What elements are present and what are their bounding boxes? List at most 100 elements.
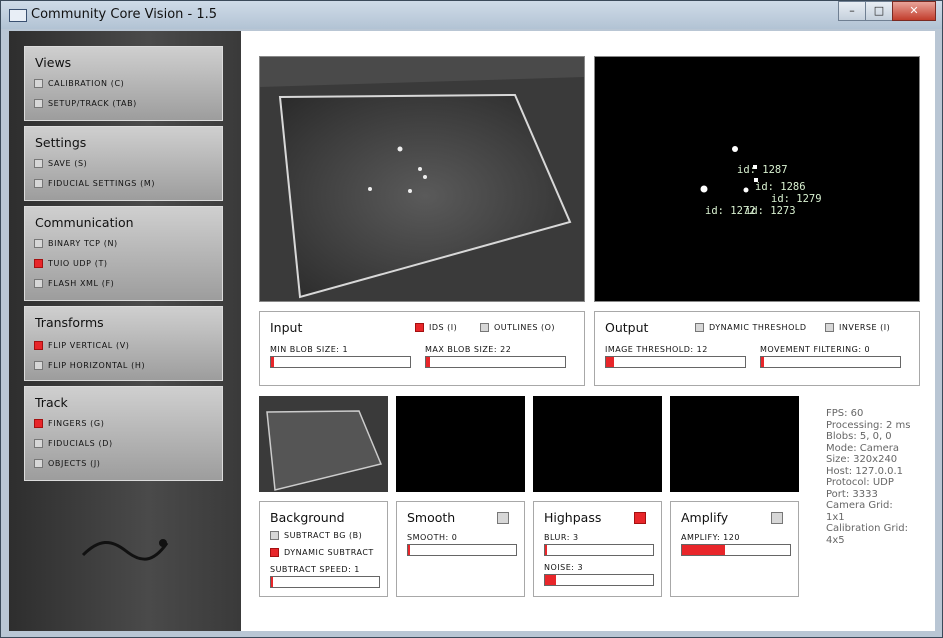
setup-track-toggle[interactable]: SETUP/TRACK (TAB) (34, 99, 137, 108)
tuio-udp-label: TUIO UDP (T) (48, 259, 108, 268)
outlines-label: OUTLINES (O) (494, 323, 556, 332)
calibration-checkbox[interactable] (34, 79, 43, 88)
stat-line: Size: 320x240 (826, 454, 898, 465)
dynamic-subtract-checkbox[interactable] (270, 548, 279, 557)
movement-filtering-label: MOVEMENT FILTERING: 0 (760, 345, 871, 354)
outlines-checkbox[interactable] (480, 323, 489, 332)
communication-title: Communication (35, 215, 134, 230)
objects-toggle[interactable]: OBJECTS (J) (34, 459, 101, 468)
fiducials-toggle[interactable]: FIDUCIALS (D) (34, 439, 113, 448)
image-threshold-label: IMAGE THRESHOLD: 12 (605, 345, 708, 354)
app-icon (9, 9, 27, 22)
tuio-udp-checkbox[interactable] (34, 259, 43, 268)
views-title: Views (35, 55, 72, 70)
blob-id-label: id: 1287 (737, 164, 788, 176)
tracked-blobs (700, 146, 758, 193)
binary-tcp-checkbox[interactable] (34, 239, 43, 248)
stat-line: Processing: 2 ms (826, 419, 911, 431)
save-toggle[interactable]: SAVE (S) (34, 159, 87, 168)
dynamic-threshold-checkbox[interactable] (695, 323, 704, 332)
inverse-toggle[interactable]: INVERSE (I) (825, 323, 890, 332)
source-image (260, 57, 584, 301)
ids-toggle[interactable]: IDS (I) (415, 323, 457, 332)
calibration-toggle[interactable]: CALIBRATION (C) (34, 79, 124, 88)
stat-line: 1x1 (826, 511, 845, 523)
fingers-checkbox[interactable] (34, 419, 43, 428)
image-threshold-slider[interactable] (605, 356, 746, 368)
communication-panel: Communication BINARY TCP (N) TUIO UDP (T… (24, 206, 223, 301)
settings-title: Settings (35, 135, 87, 150)
flip-horizontal-checkbox[interactable] (34, 361, 43, 370)
subtract-bg-checkbox[interactable] (270, 531, 279, 540)
blob-point (732, 146, 738, 152)
flip-horizontal-toggle[interactable]: FLIP HORIZONTAL (H) (34, 361, 145, 370)
movement-filtering-slider[interactable] (760, 356, 901, 368)
fingers-toggle[interactable]: FINGERS (G) (34, 419, 104, 428)
stat-line: Port: 3333 (826, 488, 878, 500)
min-blob-size-label: MIN BLOB SIZE: 1 (270, 345, 349, 354)
amplify-enable-checkbox[interactable] (771, 512, 783, 524)
close-button[interactable]: ✕ (892, 1, 936, 21)
app-window: Community Core Vision - 1.5 – □ ✕ Views … (0, 0, 943, 638)
amplify-slider[interactable] (681, 544, 791, 556)
blur-slider[interactable] (544, 544, 654, 556)
ids-checkbox[interactable] (415, 323, 424, 332)
subtract-bg-toggle[interactable]: SUBTRACT BG (B) (270, 531, 362, 540)
setup-track-checkbox[interactable] (34, 99, 43, 108)
smooth-enable-checkbox[interactable] (497, 512, 509, 524)
minimize-button[interactable]: – (838, 1, 866, 21)
max-blob-size-slider[interactable] (425, 356, 566, 368)
highpass-thumbnail (533, 396, 662, 492)
fingers-label: FINGERS (G) (48, 419, 105, 428)
maximize-button[interactable]: □ (865, 1, 893, 21)
stat-line: Blobs: 5, 0, 0 (826, 431, 892, 442)
objects-checkbox[interactable] (34, 459, 43, 468)
smooth-thumbnail (396, 396, 525, 492)
background-preview-image (259, 396, 388, 492)
tracked-output-view: id: 1287 id: 1286 id: 1279 id: 1272 id: … (594, 56, 920, 302)
objects-label: OBJECTS (J) (48, 459, 101, 468)
track-panel: Track FINGERS (G) FIDUCIALS (D) OBJECTS … (24, 386, 223, 481)
dynamic-threshold-label: DYNAMIC THRESHOLD (709, 323, 807, 332)
outlines-toggle[interactable]: OUTLINES (O) (480, 323, 555, 332)
amplify-title: Amplify (681, 510, 729, 525)
smooth-slider[interactable] (407, 544, 517, 556)
dynamic-threshold-toggle[interactable]: DYNAMIC THRESHOLD (695, 323, 806, 332)
track-title: Track (35, 395, 68, 410)
fiducial-settings-toggle[interactable]: FIDUCIAL SETTINGS (M) (34, 179, 155, 188)
inverse-checkbox[interactable] (825, 323, 834, 332)
background-panel: Background SUBTRACT BG (B) DYNAMIC SUBTR… (259, 501, 388, 597)
fiducial-settings-checkbox[interactable] (34, 179, 43, 188)
flip-vertical-toggle[interactable]: FLIP VERTICAL (V) (34, 341, 130, 350)
dynamic-subtract-toggle[interactable]: DYNAMIC SUBTRACT (270, 548, 374, 557)
background-title: Background (270, 510, 345, 525)
flip-vertical-checkbox[interactable] (34, 341, 43, 350)
stat-line: Mode: Camera (826, 442, 900, 454)
flip-horizontal-label: FLIP HORIZONTAL (H) (48, 361, 146, 370)
subtract-bg-label: SUBTRACT BG (B) (284, 531, 363, 540)
source-camera-view (259, 56, 585, 302)
save-checkbox[interactable] (34, 159, 43, 168)
calibration-label: CALIBRATION (C) (48, 79, 125, 88)
blur-label: BLUR: 3 (544, 533, 579, 542)
input-panel: Input IDS (I) OUTLINES (O) MIN BLOB SIZE… (259, 311, 585, 386)
blob-point (700, 185, 708, 193)
tuio-udp-toggle[interactable]: TUIO UDP (T) (34, 259, 108, 268)
ids-label: IDS (I) (429, 323, 458, 332)
title-bar[interactable]: Community Core Vision - 1.5 – □ ✕ (1, 1, 942, 29)
window-title: Community Core Vision - 1.5 (31, 7, 218, 22)
subtract-speed-slider[interactable] (270, 576, 380, 588)
background-thumbnail (259, 396, 388, 492)
flash-xml-checkbox[interactable] (34, 279, 43, 288)
fiducials-checkbox[interactable] (34, 439, 43, 448)
noise-slider[interactable] (544, 574, 654, 586)
transforms-panel: Transforms FLIP VERTICAL (V) FLIP HORIZO… (24, 306, 223, 381)
binary-tcp-label: BINARY TCP (N) (48, 239, 118, 248)
subtract-speed-label: SUBTRACT SPEED: 1 (270, 565, 360, 574)
flash-xml-toggle[interactable]: FLASH XML (F) (34, 279, 114, 288)
min-blob-size-slider[interactable] (270, 356, 411, 368)
highpass-title: Highpass (544, 510, 602, 525)
highpass-enable-checkbox[interactable] (634, 512, 646, 524)
binary-tcp-toggle[interactable]: BINARY TCP (N) (34, 239, 118, 248)
max-blob-size-label: MAX BLOB SIZE: 22 (425, 345, 512, 354)
